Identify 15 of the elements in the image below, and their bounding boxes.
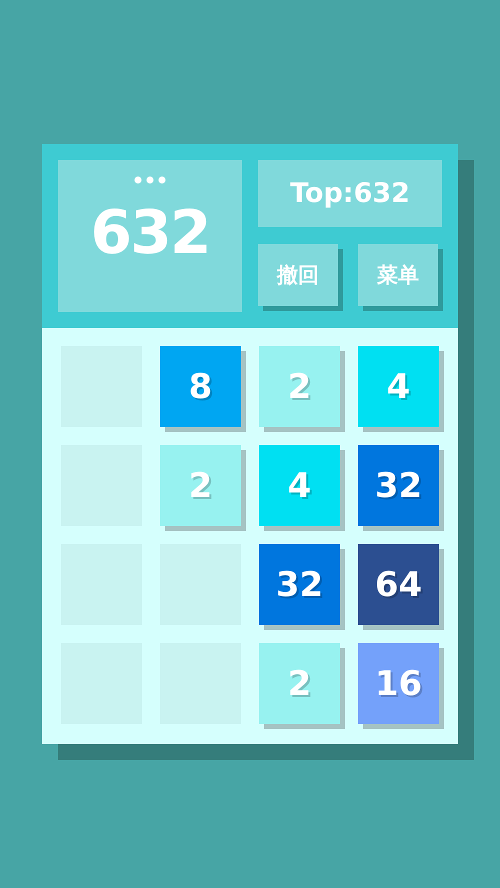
number-tile: 2 bbox=[259, 643, 340, 724]
menu-button[interactable]: 撤回 bbox=[258, 244, 338, 306]
number-tile: 8 bbox=[160, 346, 241, 427]
number-tile: 2 bbox=[160, 445, 241, 526]
number-tile: 2 bbox=[259, 346, 340, 427]
number-tile: 4 bbox=[358, 346, 439, 427]
number-tile: 32 bbox=[259, 544, 340, 625]
score-value: 632 bbox=[90, 198, 210, 268]
best-score: Top:632 bbox=[258, 160, 442, 227]
number-tile: 16 bbox=[358, 643, 439, 724]
menu-button[interactable]: 菜单 bbox=[358, 244, 438, 306]
more-icon[interactable] bbox=[134, 176, 166, 184]
number-tile: 4 bbox=[259, 445, 340, 526]
number-tile: 64 bbox=[358, 544, 439, 625]
number-tile: 32 bbox=[358, 445, 439, 526]
